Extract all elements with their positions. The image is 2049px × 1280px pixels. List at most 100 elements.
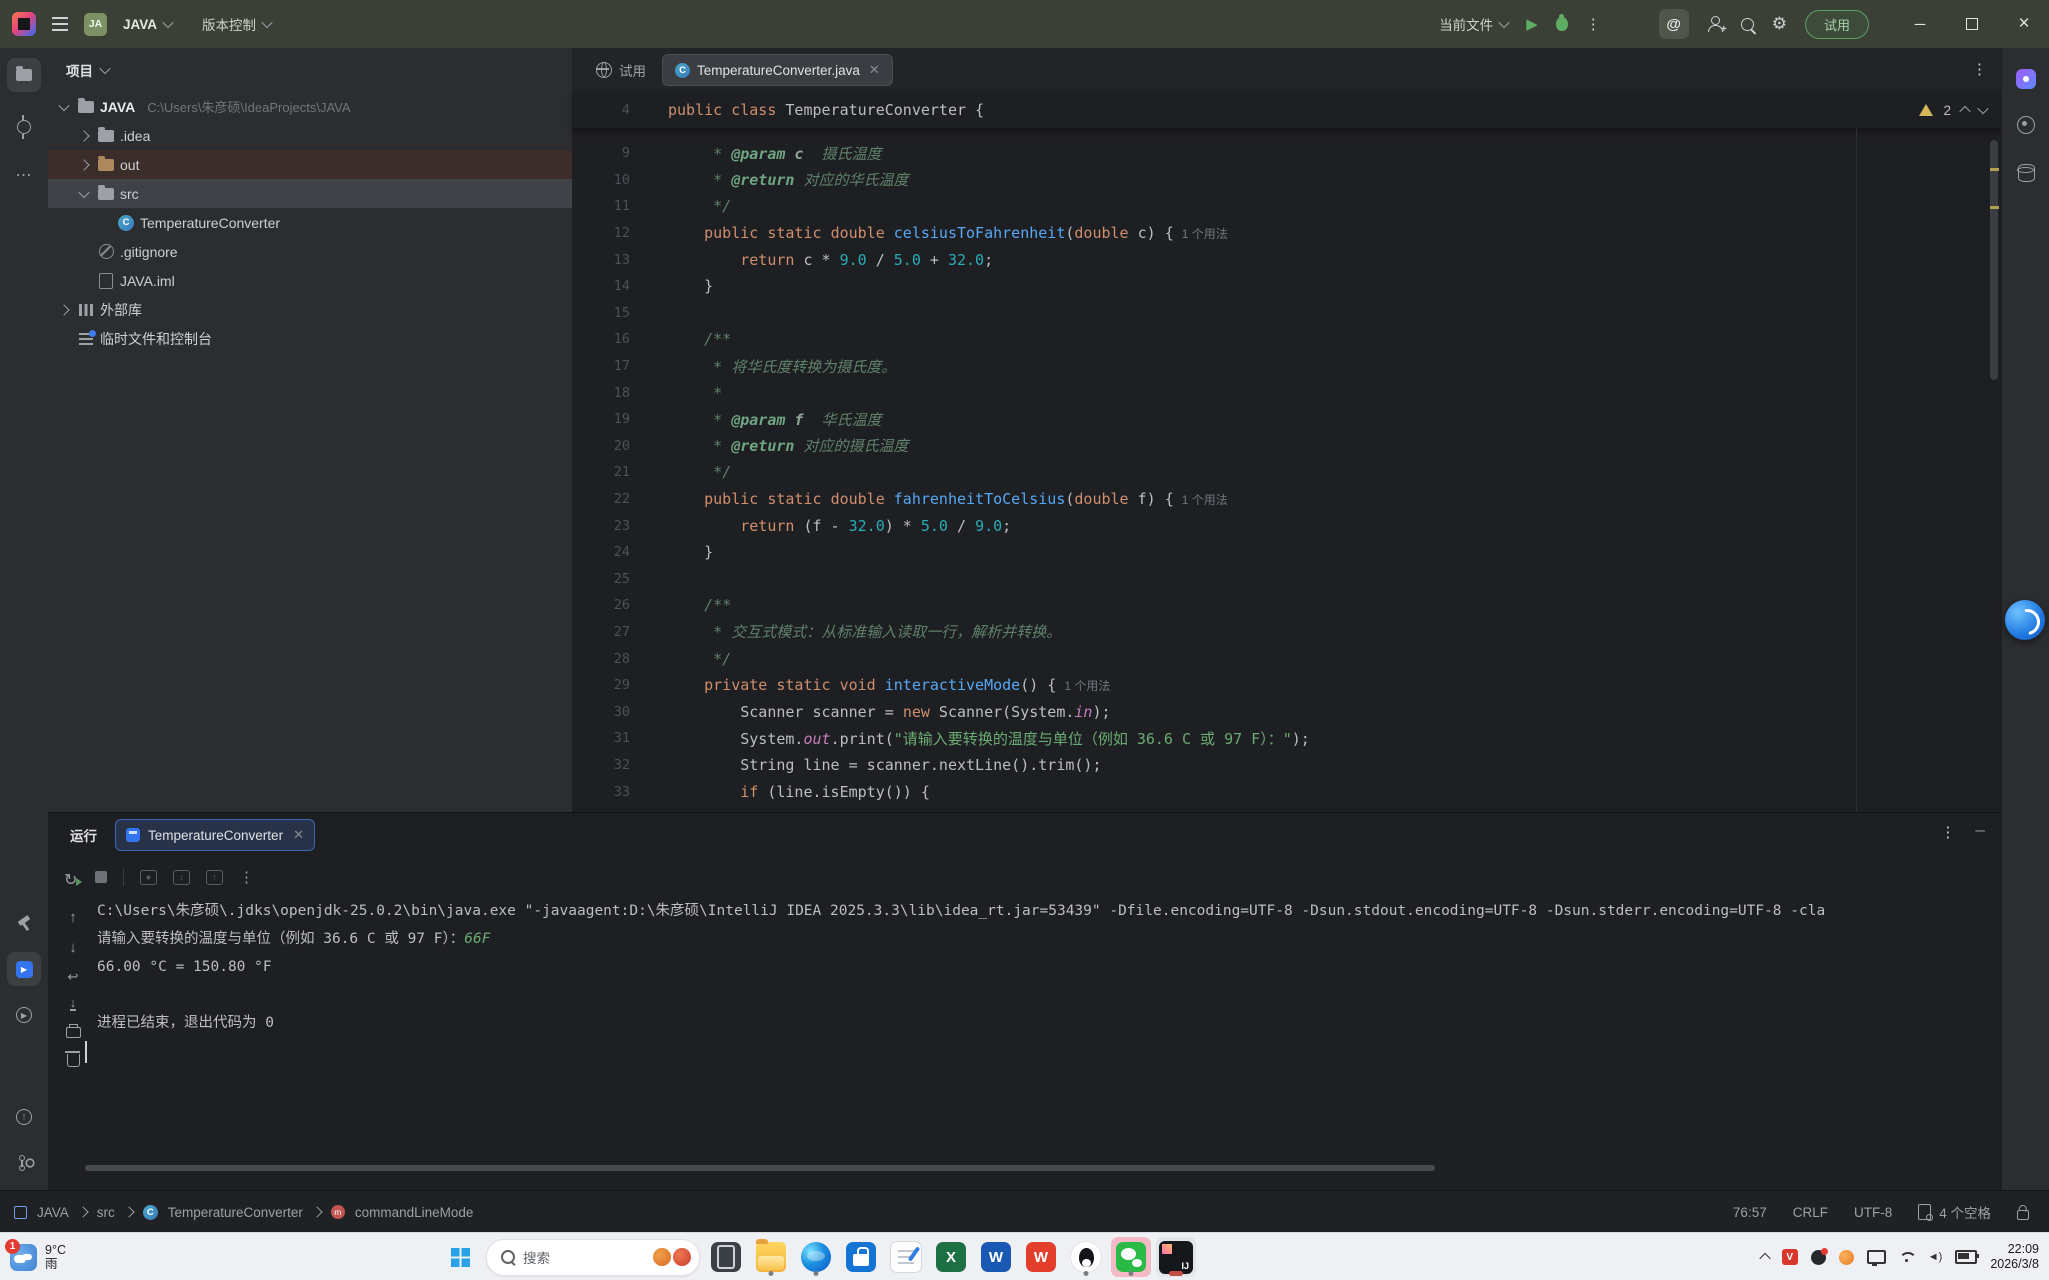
main-menu-icon[interactable] <box>52 17 68 31</box>
line-number[interactable]: 28 <box>572 651 630 667</box>
gradle-toolwindow-button[interactable] <box>2009 108 2043 142</box>
project-panel-header[interactable]: 项目 <box>48 48 572 92</box>
line-number[interactable]: 33 <box>572 784 630 800</box>
taskbar-app-qq[interactable] <box>1066 1237 1106 1277</box>
more-actions-icon[interactable]: ⋮ <box>1586 15 1601 33</box>
tab-trial[interactable]: 试用 <box>584 55 658 85</box>
next-problem-icon[interactable] <box>1977 103 1988 114</box>
debug-button[interactable] <box>1556 17 1568 31</box>
ai-assistant-icon[interactable]: @ <box>1659 9 1689 39</box>
line-number[interactable]: 14 <box>572 278 630 294</box>
line-number[interactable]: 25 <box>572 571 630 587</box>
taskbar-app-excel[interactable]: X <box>931 1237 971 1277</box>
taskbar-app-microsoft-store[interactable] <box>841 1237 881 1277</box>
search-highlight-icon[interactable] <box>653 1248 671 1266</box>
taskbar-app-intellij-idea[interactable]: IJ <box>1156 1237 1196 1277</box>
soft-wrap-icon[interactable]: ↩ <box>68 969 79 985</box>
commit-toolwindow-button[interactable] <box>7 110 41 144</box>
project-avatar[interactable]: JA <box>84 13 107 36</box>
build-toolwindow-button[interactable] <box>7 906 41 940</box>
taskbar-app-file-explorer[interactable] <box>751 1237 791 1277</box>
line-number[interactable]: 31 <box>572 730 630 746</box>
taskbar-clock[interactable]: 22:09 2026/3/8 <box>1990 1242 2039 1272</box>
line-number[interactable]: 30 <box>572 704 630 720</box>
start-button[interactable] <box>440 1237 480 1277</box>
project-toolwindow-button[interactable] <box>7 58 41 92</box>
hide-panel-icon[interactable]: ─ <box>1975 823 1985 841</box>
warning-stripe-mark[interactable] <box>1990 168 1999 171</box>
tray-app-icon[interactable] <box>1839 1250 1854 1265</box>
caret-position-widget[interactable]: 76:57 <box>1733 1205 1767 1220</box>
restore-button[interactable] <box>1955 9 1989 39</box>
taskbar-app-phonelink[interactable] <box>706 1237 746 1277</box>
tree-item-gitignore[interactable]: .gitignore <box>48 237 572 266</box>
jump-to-top-icon[interactable]: ↑ <box>69 909 77 926</box>
editor-options-icon[interactable]: ⋮ <box>1972 60 1987 78</box>
tree-item-scratches-and-consoles[interactable]: 临时文件和控制台 <box>48 324 572 353</box>
line-number[interactable]: 23 <box>572 518 630 534</box>
line-number[interactable]: 12 <box>572 225 630 241</box>
export-icon[interactable]: ↑ <box>206 870 223 885</box>
taskbar-app-notepad[interactable] <box>886 1237 926 1277</box>
wifi-icon[interactable] <box>1899 1252 1915 1262</box>
close-run-tab-icon[interactable]: ✕ <box>293 827 304 843</box>
console-horizontal-scrollbar[interactable] <box>85 1165 1435 1171</box>
previous-problem-icon[interactable] <box>1959 106 1970 117</box>
encoding-widget[interactable]: UTF-8 <box>1854 1205 1892 1220</box>
line-number[interactable]: 21 <box>572 464 630 480</box>
close-button[interactable]: × <box>2007 9 2041 39</box>
line-number[interactable]: 11 <box>572 198 630 214</box>
project-selector[interactable]: JAVA <box>123 17 172 32</box>
code-editor[interactable]: 9 * @param c 摄氏温度10 * @return 对应的华氏温度11 … <box>572 128 2001 805</box>
run-toolwindow-button[interactable]: ▶ <box>7 952 41 986</box>
line-number[interactable]: 10 <box>572 172 630 188</box>
tab-temperatureconverter-java[interactable]: TemperatureConverter.java ✕ <box>662 54 893 86</box>
line-number[interactable]: 26 <box>572 597 630 613</box>
run-panel-options-icon[interactable]: ⋮ <box>1940 823 1955 841</box>
problems-toolwindow-button[interactable]: ! <box>7 1100 41 1134</box>
line-number[interactable]: 20 <box>572 438 630 454</box>
tray-app-icon[interactable]: V <box>1782 1249 1798 1265</box>
run-tab-temperatureconverter[interactable]: TemperatureConverter ✕ <box>115 819 315 851</box>
run-configuration-selector[interactable]: 当前文件 <box>1439 14 1508 34</box>
close-tab-icon[interactable]: ✕ <box>869 62 880 78</box>
taskbar-app-word[interactable]: W <box>976 1237 1016 1277</box>
console-more-icon[interactable]: ⋮ <box>239 868 254 886</box>
line-number[interactable]: 27 <box>572 624 630 640</box>
vcs-widget[interactable]: 版本控制 <box>202 14 271 34</box>
line-number[interactable]: 24 <box>572 544 630 560</box>
thread-dump-icon[interactable]: ● <box>140 870 157 885</box>
unlock-icon[interactable] <box>2017 1210 2029 1220</box>
taskbar-search[interactable]: 搜索 <box>486 1239 700 1276</box>
indent-widget[interactable]: 4 个空格 <box>1918 1202 1991 1222</box>
chevron-down-icon[interactable] <box>76 190 92 198</box>
tree-item-out-folder[interactable]: out <box>48 150 572 179</box>
add-user-icon[interactable] <box>1707 16 1723 32</box>
tree-item-root[interactable]: JAVAC:\Users\朱彦硕\IdeaProjects\JAVA <box>48 92 572 121</box>
trial-button[interactable]: 试用 <box>1805 10 1869 39</box>
tree-item-temperatureconverter-class[interactable]: TemperatureConverter <box>48 208 572 237</box>
line-number[interactable]: 9 <box>572 145 630 161</box>
line-number[interactable]: 15 <box>572 305 630 321</box>
search-everywhere-icon[interactable] <box>1741 18 1754 31</box>
line-number[interactable]: 32 <box>572 757 630 773</box>
breadcrumb-src[interactable]: src <box>97 1205 115 1220</box>
rerun-icon[interactable]: ↻ <box>64 870 79 885</box>
database-toolwindow-button[interactable] <box>2009 156 2043 190</box>
line-number[interactable]: 22 <box>572 491 630 507</box>
line-number[interactable]: 19 <box>572 411 630 427</box>
warning-stripe-mark[interactable] <box>1990 206 1999 209</box>
console-output[interactable]: C:\Users\朱彦硕\.jdks\openjdk-25.0.2\bin\ja… <box>97 897 1981 1037</box>
inspection-widget[interactable]: 2 <box>1919 92 1987 128</box>
ai-assistant-toolwindow-button[interactable] <box>2009 62 2043 96</box>
print-icon[interactable] <box>66 1027 81 1038</box>
search-highlight-icon[interactable] <box>673 1248 691 1266</box>
line-number[interactable]: 16 <box>572 331 630 347</box>
taskbar-app-wps[interactable]: W <box>1021 1237 1061 1277</box>
settings-gear-icon[interactable]: ⚙ <box>1772 14 1787 34</box>
stop-icon[interactable] <box>95 871 107 883</box>
tree-item-external-libraries[interactable]: 外部库 <box>48 295 572 324</box>
line-number[interactable]: 17 <box>572 358 630 374</box>
taskbar-app-wechat[interactable] <box>1111 1237 1151 1277</box>
breadcrumb-java[interactable]: JAVA <box>37 1205 69 1220</box>
